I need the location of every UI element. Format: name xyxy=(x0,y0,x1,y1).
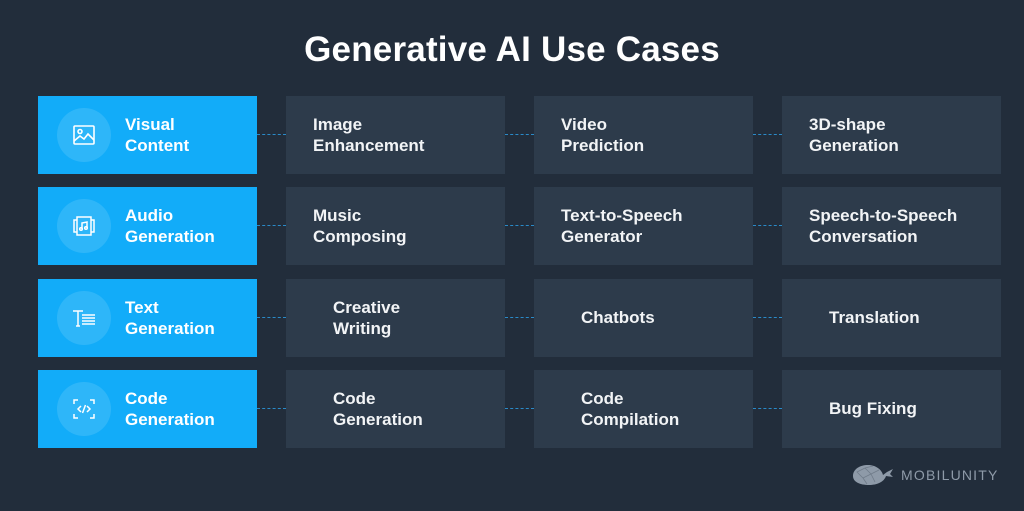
connector xyxy=(257,134,286,135)
item-line2: Prediction xyxy=(561,136,645,155)
row-code-generation: Code Generation Code Generation Code Com… xyxy=(38,370,1001,448)
category-label-line1: Code xyxy=(125,388,168,408)
item-line1: Bug Fixing xyxy=(829,399,917,419)
item-line1: Chatbots xyxy=(581,308,655,328)
image-icon xyxy=(57,108,111,162)
connector xyxy=(753,317,782,318)
use-case-item: Text-to-Speech Generator xyxy=(534,187,753,265)
category-label-line1: Text xyxy=(125,297,159,317)
item-line1: 3D-shape xyxy=(809,114,886,134)
use-case-item: Creative Writing xyxy=(286,279,505,357)
item-line2: Generation xyxy=(333,410,423,429)
use-case-item: Code Generation xyxy=(286,370,505,448)
category-label-line2: Generation xyxy=(125,227,215,246)
use-case-item: 3D-shape Generation xyxy=(782,96,1001,174)
item-line1: Video xyxy=(561,114,607,134)
use-case-item: Speech-to-Speech Conversation xyxy=(782,187,1001,265)
row-text-generation: Text Generation Creative Writing Chatbot… xyxy=(38,279,1001,357)
code-icon xyxy=(57,382,111,436)
item-line2: Composing xyxy=(313,227,407,246)
category-label-line1: Visual xyxy=(125,114,175,134)
item-line2: Generation xyxy=(809,136,899,155)
item-line1: Code xyxy=(581,388,624,408)
use-case-item: Video Prediction xyxy=(534,96,753,174)
use-case-item: Bug Fixing xyxy=(782,370,1001,448)
item-line2: Generator xyxy=(561,227,643,246)
use-case-item: Translation xyxy=(782,279,1001,357)
use-case-item: Chatbots xyxy=(534,279,753,357)
brand-name: MOBILUNITY xyxy=(901,467,999,483)
connector xyxy=(257,317,286,318)
item-line1: Image xyxy=(313,114,363,134)
category-label-line2: Generation xyxy=(125,410,215,429)
item-line1: Music xyxy=(313,205,362,225)
category-text-generation: Text Generation xyxy=(38,279,257,357)
category-label-line2: Generation xyxy=(125,319,215,338)
item-line1: Text-to-Speech xyxy=(561,205,683,225)
brand-logo: MOBILUNITY xyxy=(851,462,999,488)
use-case-item: Music Composing xyxy=(286,187,505,265)
text-icon xyxy=(57,291,111,345)
connector xyxy=(505,317,534,318)
row-audio-generation: Audio Generation Music Composing Text-to… xyxy=(38,187,1001,265)
item-line2: Writing xyxy=(333,319,392,338)
item-line1: Translation xyxy=(829,308,920,328)
page-title: Generative AI Use Cases xyxy=(304,30,720,69)
connector xyxy=(753,134,782,135)
row-visual-content: Visual Content Image Enhancement Video P… xyxy=(38,96,1001,174)
connector xyxy=(257,408,286,409)
use-case-item: Code Compilation xyxy=(534,370,753,448)
connector xyxy=(753,225,782,226)
category-label-line1: Audio xyxy=(125,205,174,225)
category-label-line2: Content xyxy=(125,136,190,155)
use-case-item: Image Enhancement xyxy=(286,96,505,174)
item-line2: Compilation xyxy=(581,410,680,429)
item-line2: Conversation xyxy=(809,227,918,246)
connector xyxy=(257,225,286,226)
whale-logo-icon xyxy=(853,465,893,485)
category-code-generation: Code Generation xyxy=(38,370,257,448)
item-line2: Enhancement xyxy=(313,136,425,155)
connector xyxy=(505,408,534,409)
connector xyxy=(505,134,534,135)
item-line1: Creative xyxy=(333,297,401,317)
category-visual-content: Visual Content xyxy=(38,96,257,174)
item-line1: Code xyxy=(333,388,376,408)
connector xyxy=(505,225,534,226)
connector xyxy=(753,408,782,409)
category-audio-generation: Audio Generation xyxy=(38,187,257,265)
music-icon xyxy=(57,199,111,253)
item-line1: Speech-to-Speech xyxy=(809,205,958,225)
